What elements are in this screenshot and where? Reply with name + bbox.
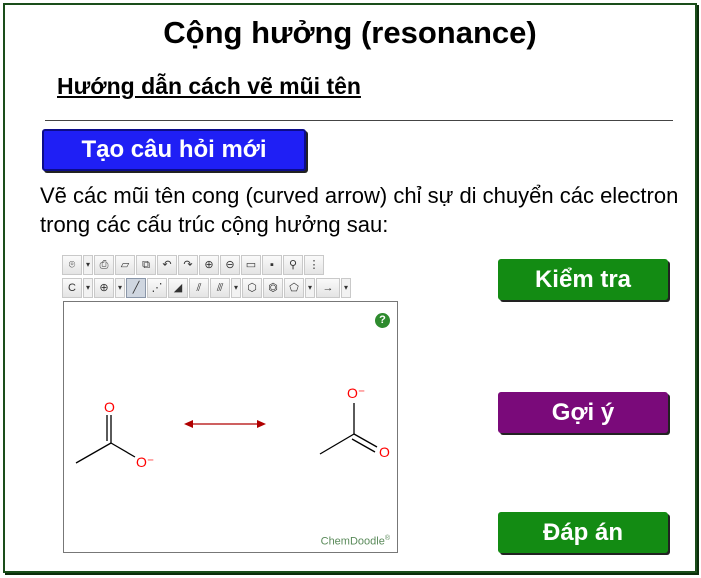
arrow-icon[interactable]: → [316, 278, 340, 298]
ring-dropdown[interactable]: ▾ [305, 278, 315, 298]
bond [351, 438, 376, 453]
bond [75, 442, 112, 464]
check-button[interactable]: Kiểm tra [498, 259, 668, 300]
drawing-canvas[interactable]: O O⁻ O⁻ O ? ChemDoodle® [63, 301, 398, 553]
charge-dropdown[interactable]: ▾ [115, 278, 125, 298]
zoom-in-icon[interactable]: ⊕ [199, 255, 219, 275]
divider [45, 120, 673, 121]
molecule-drawing: O O⁻ O⁻ O [75, 385, 390, 470]
brand-mark: ® [384, 535, 390, 543]
bond [319, 433, 355, 455]
benzene-icon[interactable]: ⏣ [263, 278, 283, 298]
lasso-dropdown[interactable]: ▾ [83, 255, 93, 275]
cyclopentane-icon[interactable]: ⬠ [284, 278, 304, 298]
element-dropdown[interactable]: ▾ [83, 278, 93, 298]
brand-logo: ChemDoodle® [321, 535, 390, 548]
page-title: Cộng hưởng (resonance) [163, 15, 537, 50]
bond-dropdown[interactable]: ▾ [231, 278, 241, 298]
arrow-dropdown[interactable]: ▾ [341, 278, 351, 298]
new-question-button[interactable]: Tạo câu hỏi mới [42, 129, 306, 171]
save-icon[interactable]: ▪ [262, 255, 282, 275]
answer-button[interactable]: Đáp án [498, 512, 668, 553]
clear-icon[interactable]: ⎙ [94, 255, 114, 275]
cyclohexane-icon[interactable]: ⬡ [242, 278, 262, 298]
arrow-head-left [184, 420, 193, 428]
hint-button[interactable]: Gợi ý [498, 392, 668, 433]
lasso-icon[interactable]: ⌾ [62, 255, 82, 275]
atom-label: O [379, 444, 390, 460]
settings-icon[interactable]: ⋮ [304, 255, 324, 275]
redo-icon[interactable]: ↷ [178, 255, 198, 275]
zoom-out-icon[interactable]: ⊖ [220, 255, 240, 275]
atom-label: O [104, 399, 115, 415]
chemdoodle-toolbar: ⌾ ▾ ⎙ ▱ ⧉ ↶ ↷ ⊕ ⊖ ▭ ▪ ⚲ ⋮ C ▾ ⊕ ▾ ╱ ⋰ ◢ ⫽ ⫻… [62, 255, 398, 301]
arrow-head-right [257, 420, 266, 428]
dashed-bond-icon[interactable]: ⋰ [147, 278, 167, 298]
atom-label: O⁻ [136, 454, 154, 470]
open-icon[interactable]: ▭ [241, 255, 261, 275]
triple-bond-icon[interactable]: ⫻ [210, 278, 230, 298]
page-subtitle[interactable]: Hướng dẫn cách vẽ mũi tên [57, 73, 361, 100]
undo-icon[interactable]: ↶ [157, 255, 177, 275]
search-icon[interactable]: ⚲ [283, 255, 303, 275]
element-button[interactable]: C [62, 278, 82, 298]
bond [353, 433, 378, 448]
eraser-icon[interactable]: ▱ [115, 255, 135, 275]
single-bond-icon[interactable]: ╱ [126, 278, 146, 298]
atom-label: O⁻ [347, 385, 365, 401]
help-icon[interactable]: ? [375, 313, 390, 328]
wedge-bond-icon[interactable]: ◢ [168, 278, 188, 298]
charge-icon[interactable]: ⊕ [94, 278, 114, 298]
brand-text: ChemDoodle [320, 536, 385, 548]
bond [110, 442, 136, 458]
instructions-text: Vẽ các mũi tên cong (curved arrow) chỉ s… [40, 183, 679, 237]
double-bond-icon[interactable]: ⫽ [189, 278, 209, 298]
copy-icon[interactable]: ⧉ [136, 255, 156, 275]
